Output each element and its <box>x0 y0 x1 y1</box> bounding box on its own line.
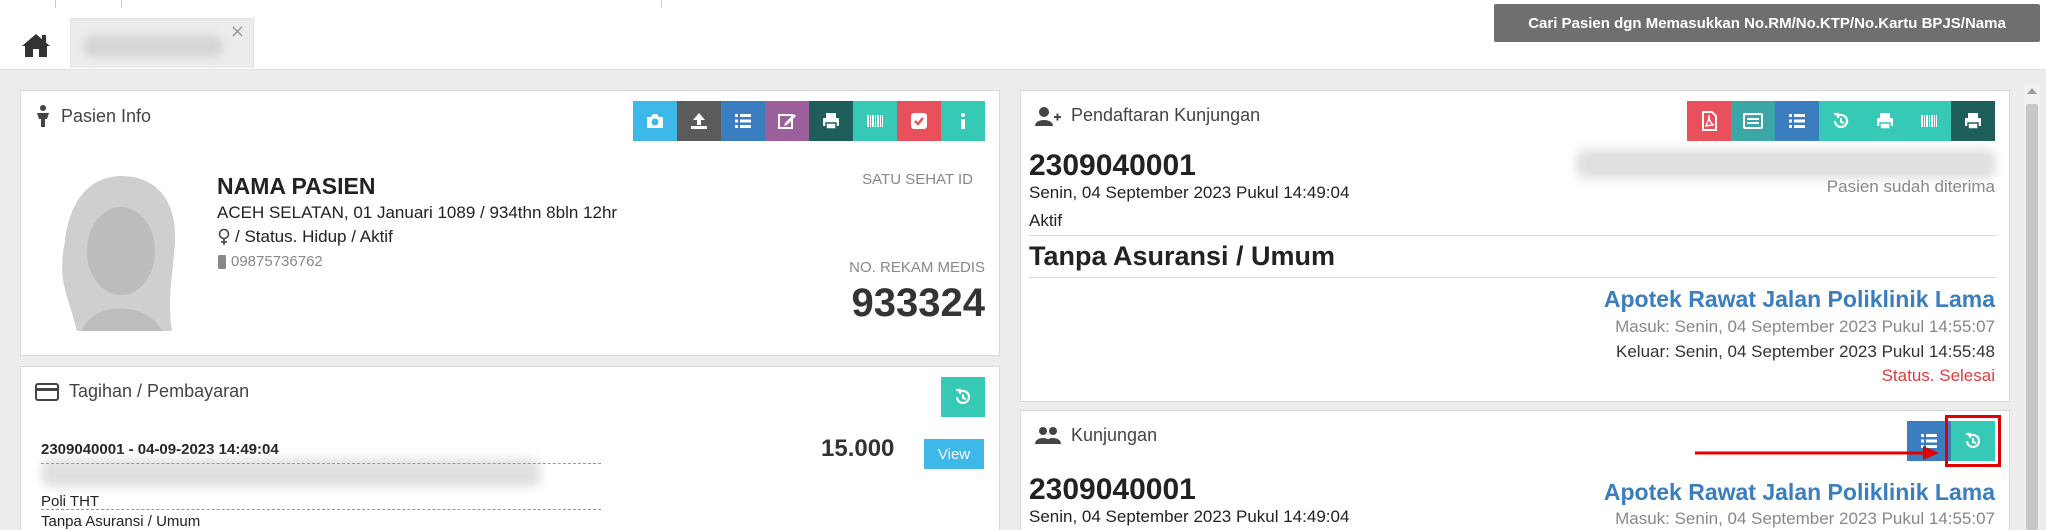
bill-amount: 15.000 <box>821 435 895 462</box>
dashed-divider <box>41 463 601 464</box>
masuk-time: Masuk: Senin, 04 September 2023 Pukul 14… <box>1615 509 1995 528</box>
panel-title: Kunjungan <box>1035 425 1157 446</box>
pdf-button[interactable] <box>1687 101 1731 141</box>
scroll-up-icon[interactable] <box>2027 88 2037 94</box>
patient-phone: 09875736762 <box>231 253 323 270</box>
top-bar: × Cari Pasien dgn Memasukkan No.RM/No.KT… <box>0 0 2046 70</box>
billing-toolbar <box>941 377 985 417</box>
barcode-icon <box>1921 115 1937 127</box>
close-icon[interactable]: × <box>230 21 245 42</box>
unit-link[interactable]: Apotek Rawat Jalan Poliklinik Lama <box>1604 479 1995 506</box>
visit-number: 2309040001 <box>1029 149 1196 182</box>
info-button[interactable] <box>941 101 985 141</box>
unit-link[interactable]: Apotek Rawat Jalan Poliklinik Lama <box>1604 286 1995 313</box>
camera-button[interactable] <box>633 101 677 141</box>
dashed-divider <box>41 509 601 510</box>
checkbox-icon <box>911 113 927 129</box>
accepted-note: Pasien sudah diterima <box>1826 177 1995 196</box>
visit-date: Senin, 04 September 2023 Pukul 14:49:04 <box>1029 507 1350 526</box>
list-button[interactable] <box>721 101 765 141</box>
pdf-icon <box>1702 111 1717 131</box>
visit-date: Senin, 04 September 2023 Pukul 14:49:04 <box>1029 183 1350 202</box>
barcode-button[interactable] <box>1907 101 1951 141</box>
billing-panel: Tagihan / Pembayaran 2309040001 - 04-09-… <box>20 366 1000 530</box>
masuk-time: Masuk: Senin, 04 September 2023 Pukul 14… <box>1615 317 1995 336</box>
person-icon <box>37 105 49 127</box>
list-icon <box>735 114 751 128</box>
history-button-highlighted[interactable] <box>1945 415 2001 467</box>
users-icon <box>1035 426 1061 444</box>
final-status: Status. Selesai <box>1881 366 1995 385</box>
avatar <box>62 176 176 331</box>
patient-tab[interactable]: × <box>70 18 254 68</box>
printer-icon <box>1877 113 1893 130</box>
registration-panel: Pendaftaran Kunjungan 2309040001 Senin, … <box>1020 90 2010 402</box>
list-button[interactable] <box>1775 101 1819 141</box>
camera-icon <box>647 114 663 128</box>
kunjungan-panel: Kunjungan 2309040001 Senin, 04 September… <box>1020 410 2010 530</box>
phone-icon <box>218 254 226 269</box>
scrollbar-thumb[interactable] <box>2026 104 2038 530</box>
visit-insurance: Tanpa Asuransi / Umum <box>1029 241 1336 271</box>
redacted-tab-label <box>83 35 223 57</box>
info-icon <box>961 113 965 129</box>
card-button[interactable] <box>1731 101 1775 141</box>
satu-sehat-label: SATU SEHAT ID <box>862 171 973 188</box>
check-button[interactable] <box>897 101 941 141</box>
printer-icon <box>1965 113 1981 130</box>
registration-toolbar <box>1687 101 1995 141</box>
credit-card-icon <box>35 382 59 401</box>
view-button[interactable]: View <box>924 439 984 469</box>
divider <box>1029 235 1997 236</box>
patient-phone-row: 09875736762 <box>217 253 323 270</box>
keluar-time: Keluar: Senin, 04 September 2023 Pukul 1… <box>1616 342 1995 361</box>
printer-icon <box>823 113 839 130</box>
history-icon <box>1965 432 1981 449</box>
tab-divider <box>56 0 122 8</box>
panel-title: Tagihan / Pembayaran <box>35 381 249 402</box>
patient-toolbar <box>633 101 985 141</box>
patient-name: NAMA PASIEN <box>217 173 376 199</box>
patient-status: / Status. Hidup / Aktif <box>235 227 393 246</box>
barcode-icon <box>867 115 883 127</box>
history-icon <box>1833 112 1849 129</box>
patient-address: ACEH SELATAN, 01 Januari 1089 / 934thn 8… <box>217 203 618 222</box>
tab-divider <box>0 0 56 8</box>
rm-number: 933324 <box>851 281 985 325</box>
visit-status: Aktif <box>1029 211 1063 230</box>
print-button[interactable] <box>1951 101 1995 141</box>
tab-divider <box>122 0 662 8</box>
history-icon <box>955 388 971 405</box>
bill-entry-id: 2309040001 - 04-09-2023 14:49:04 <box>41 441 279 458</box>
rm-label: NO. REKAM MEDIS <box>849 259 985 276</box>
edit-icon <box>778 114 796 129</box>
patient-status-row: / Status. Hidup / Aktif <box>217 227 393 247</box>
redacted-text <box>1576 149 1996 179</box>
id-card-icon <box>1743 113 1763 129</box>
search-tooltip: Cari Pasien dgn Memasukkan No.RM/No.KTP/… <box>1494 4 2040 42</box>
print-button[interactable] <box>1863 101 1907 141</box>
bill-poli: Poli THT <box>41 493 100 510</box>
history-button[interactable] <box>941 377 985 417</box>
list-icon <box>1789 114 1805 128</box>
bill-insurance: Tanpa Asuransi / Umum <box>41 513 201 530</box>
annotation-arrow <box>1695 446 1939 460</box>
print-button[interactable] <box>809 101 853 141</box>
upload-icon <box>691 113 707 129</box>
history-button[interactable] <box>1819 101 1863 141</box>
divider <box>1029 277 1997 278</box>
home-icon <box>22 34 50 57</box>
add-user-icon <box>1035 106 1061 126</box>
panel-title: Pendaftaran Kunjungan <box>1035 105 1260 126</box>
patient-info-panel: Pasien Info NAMA PASIEN ACEH SELATAN, 01… <box>20 90 1000 356</box>
female-icon <box>218 228 230 245</box>
visit-number: 2309040001 <box>1029 473 1196 506</box>
edit-button[interactable] <box>765 101 809 141</box>
panel-title: Pasien Info <box>35 105 151 127</box>
home-button[interactable] <box>18 30 54 60</box>
upload-button[interactable] <box>677 101 721 141</box>
scrollbar[interactable] <box>2024 84 2040 530</box>
barcode-button[interactable] <box>853 101 897 141</box>
